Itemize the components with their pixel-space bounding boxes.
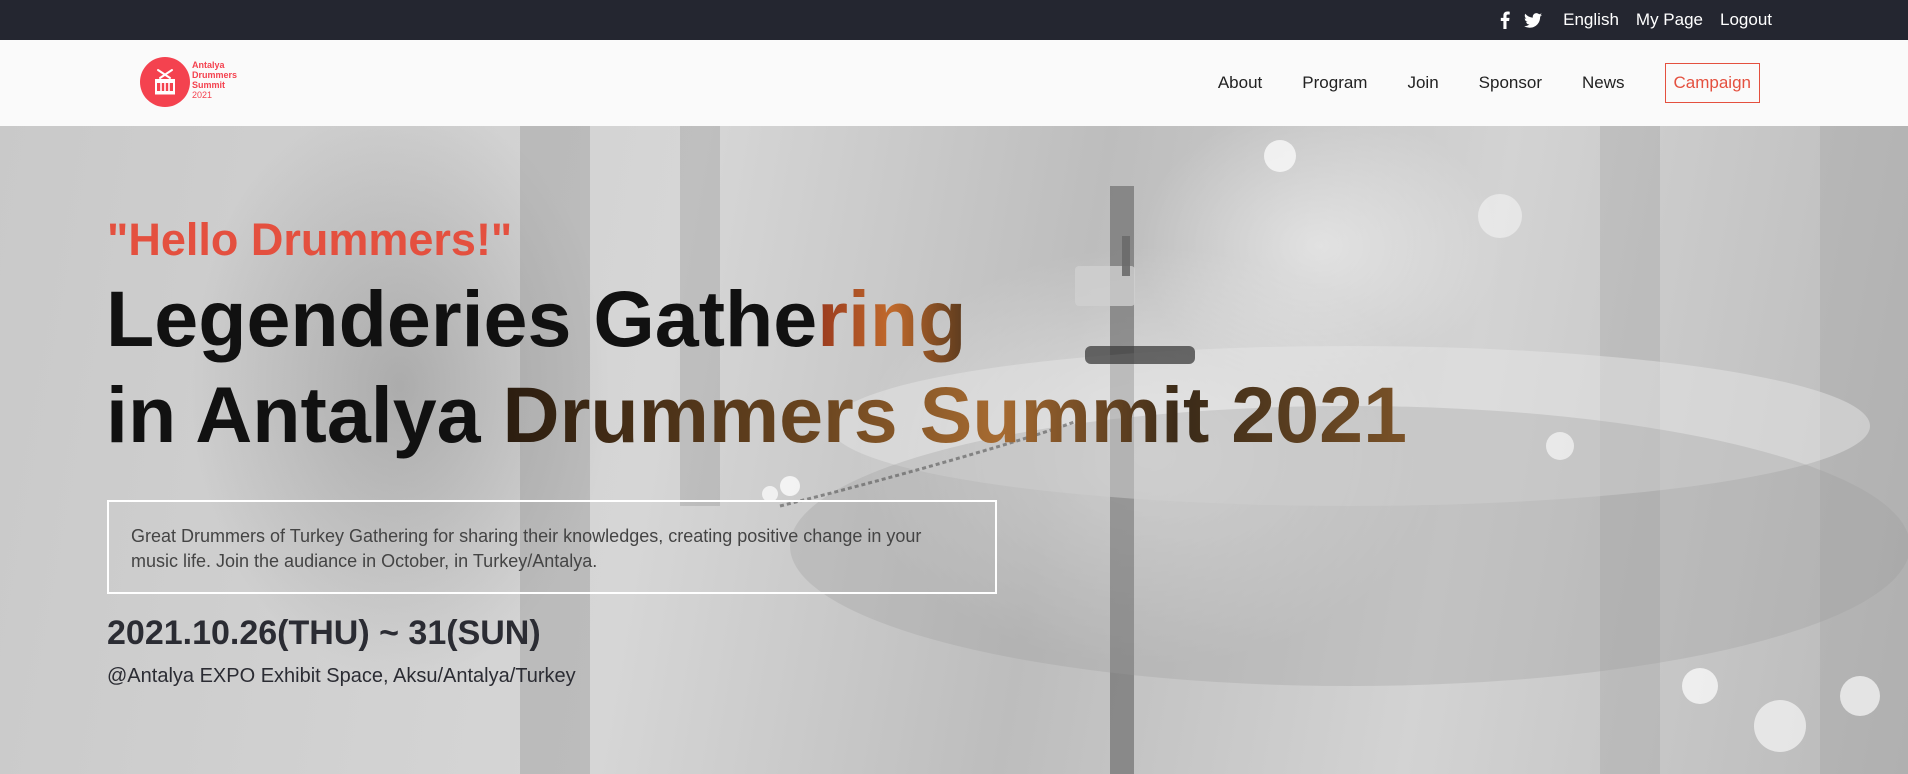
- logo-text: Antalya Drummers Summit 2021: [192, 60, 237, 100]
- twitter-icon[interactable]: [1524, 12, 1543, 28]
- social-links: [1500, 11, 1543, 29]
- hero-headline: Legenderies Gathering in Antalya Drummer…: [106, 271, 1407, 463]
- hero-greeting: "Hello Drummers!": [107, 214, 513, 265]
- campaign-button[interactable]: Campaign: [1664, 63, 1760, 103]
- headline-line-1-a: Legenderies Gathe: [106, 274, 818, 363]
- language-link[interactable]: English: [1563, 10, 1619, 30]
- headline-line-2-a: in Antalya: [106, 370, 503, 459]
- utility-links: English My Page Logout: [1500, 0, 1772, 40]
- my-page-link[interactable]: My Page: [1636, 10, 1703, 30]
- event-venue: @Antalya EXPO Exhibit Space, Aksu/Antaly…: [107, 665, 576, 687]
- nav-about[interactable]: About: [1218, 73, 1262, 93]
- logo-line-3: Summit: [192, 80, 226, 90]
- top-utility-bar: English My Page Logout: [0, 0, 1908, 40]
- site-logo[interactable]: Antalya Drummers Summit 2021: [140, 55, 250, 109]
- hero-section: "Hello Drummers!" Legenderies Gathering …: [0, 126, 1908, 774]
- facebook-icon[interactable]: [1500, 11, 1510, 29]
- headline-line-2-b: Drummers Summit 2021: [502, 370, 1408, 459]
- main-header: Antalya Drummers Summit 2021 About Progr…: [0, 40, 1908, 127]
- hero-description: Great Drummers of Turkey Gathering for s…: [107, 500, 997, 594]
- nav-program[interactable]: Program: [1302, 73, 1367, 93]
- nav-news[interactable]: News: [1582, 73, 1625, 93]
- logout-link[interactable]: Logout: [1720, 10, 1772, 30]
- drum-icon: [155, 69, 175, 95]
- event-date: 2021.10.26(THU) ~ 31(SUN): [107, 614, 541, 652]
- logo-badge: [140, 57, 190, 107]
- nav-join[interactable]: Join: [1407, 73, 1438, 93]
- logo-line-1: Antalya: [192, 60, 225, 70]
- headline-line-1-b: ring: [817, 274, 967, 363]
- logo-line-2: Drummers: [192, 70, 238, 80]
- main-nav: About Program Join Sponsor News Campaign: [1178, 40, 1760, 126]
- nav-sponsor[interactable]: Sponsor: [1479, 73, 1542, 93]
- logo-year: 2021: [192, 90, 213, 100]
